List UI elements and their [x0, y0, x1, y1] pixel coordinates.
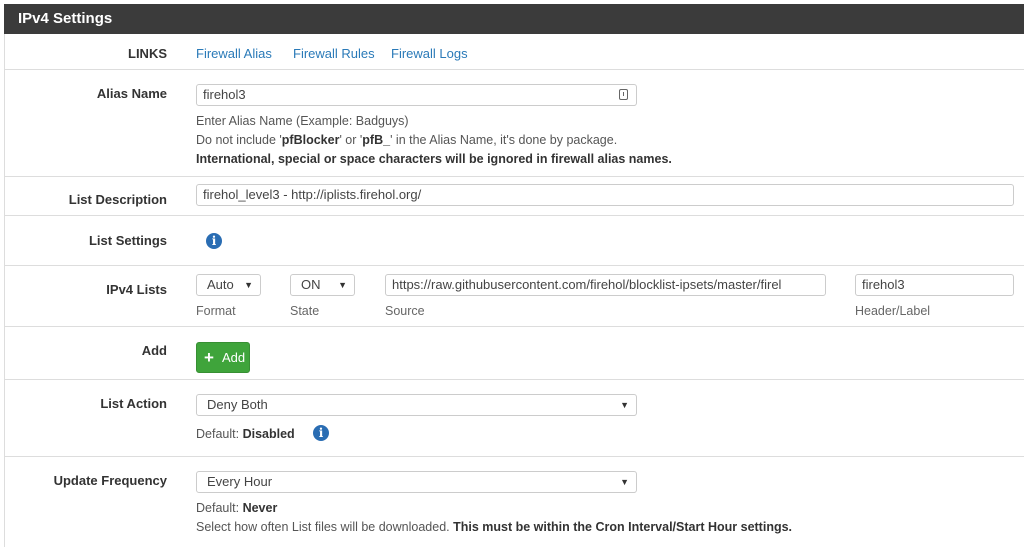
format-value: Auto [207, 277, 234, 292]
links-label: LINKS [128, 46, 167, 61]
header-label-caption: Header/Label [855, 304, 931, 318]
alias-name-label: Alias Name [96, 86, 167, 101]
update-frequency-value: Every Hour [207, 474, 273, 489]
ipv4-settings-panel: IPv4 Settings LINKS Firewall Alias Firew… [0, 0, 1024, 547]
state-select[interactable]: ON ▼ [290, 274, 355, 296]
list-settings-label: List Settings [88, 233, 167, 248]
state-value: ON [301, 277, 321, 292]
add-label: Add [141, 343, 167, 358]
alias-name-row: Alias Name firehol3 Enter Alias Name (Ex… [4, 70, 1024, 177]
source-label: Source [385, 304, 425, 318]
firewall-alias-link[interactable]: Firewall Alias [196, 46, 272, 61]
add-row: Add [4, 327, 1024, 380]
info-icon[interactable]: i [206, 233, 222, 249]
list-description-input[interactable]: firehol_level3 - http://iplists.firehol.… [196, 184, 1014, 206]
list-description-value: firehol_level3 - http://iplists.firehol.… [203, 187, 422, 202]
alias-name-value: firehol3 [203, 87, 246, 102]
format-label: Format [196, 304, 236, 318]
source-input[interactable]: https://raw.githubusercontent.com/fireho… [385, 274, 826, 296]
alias-help-1: Enter Alias Name (Example: Badguys) [196, 114, 409, 128]
format-select[interactable]: Auto ▼ [196, 274, 261, 296]
alias-help-2: Do not include 'pfBlocker' or 'pfB_' in … [196, 133, 618, 147]
header-label-value: firehol3 [862, 277, 905, 292]
panel-title: IPv4 Settings [4, 4, 1024, 34]
caret-down-icon: ▼ [620, 477, 629, 487]
list-action-value: Deny Both [207, 397, 268, 412]
alias-help-3: International, special or space characte… [196, 152, 672, 166]
alias-name-input[interactable]: firehol3 [196, 84, 637, 106]
update-frequency-label: Update Frequency [53, 473, 167, 488]
list-action-default: Default: Disabled [196, 427, 295, 441]
caret-down-icon: ▼ [338, 280, 347, 290]
list-settings-row: List Settings i [4, 216, 1024, 266]
ipv4-lists-label: IPv4 Lists [106, 282, 167, 297]
update-frequency-help: Select how often List files will be down… [196, 520, 793, 534]
key-icon [619, 89, 628, 100]
list-action-label: List Action [100, 396, 167, 411]
firewall-rules-link[interactable]: Firewall Rules [293, 46, 375, 61]
add-button-label: Add [222, 350, 246, 365]
plus-icon: + [204, 348, 214, 367]
update-frequency-default: Default: Never [196, 501, 278, 515]
update-frequency-row: Update Frequency Every Hour ▼ Default: N… [4, 457, 1024, 547]
ipv4-lists-row: IPv4 Lists Auto ▼ Format ON ▼ State http… [4, 266, 1024, 327]
update-frequency-select[interactable]: Every Hour ▼ [196, 471, 637, 493]
caret-down-icon: ▼ [244, 280, 253, 290]
header-label-input[interactable]: firehol3 [855, 274, 1014, 296]
caret-down-icon: ▼ [620, 400, 629, 410]
state-label: State [290, 304, 320, 318]
list-action-select[interactable]: Deny Both ▼ [196, 394, 637, 416]
list-description-label: List Description [68, 192, 167, 207]
firewall-logs-link[interactable]: Firewall Logs [391, 46, 468, 61]
links-row: LINKS Firewall Alias Firewall Rules Fire… [4, 34, 1024, 70]
source-value: https://raw.githubusercontent.com/fireho… [392, 277, 782, 292]
list-action-row: List Action Deny Both ▼ Default: Disable… [4, 380, 1024, 457]
info-icon[interactable]: i [313, 425, 329, 441]
add-button[interactable]: + Add [196, 342, 250, 373]
list-description-row: List Description firehol_level3 - http:/… [4, 177, 1024, 216]
